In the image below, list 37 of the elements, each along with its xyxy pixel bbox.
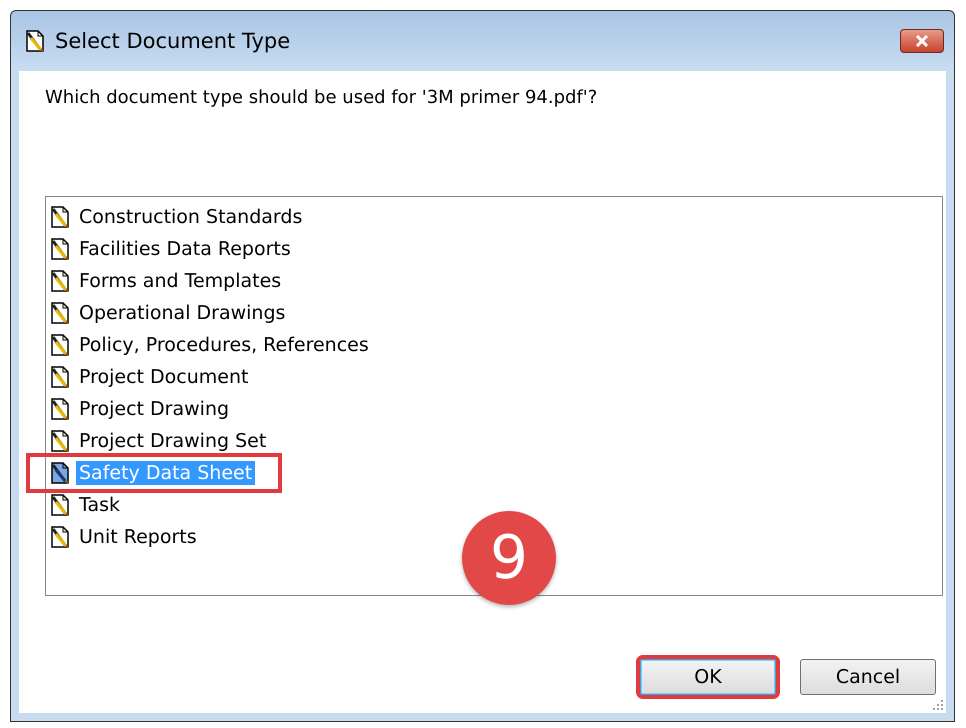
list-item[interactable]: Construction Standards <box>76 205 306 229</box>
document-pencil-icon <box>50 334 70 356</box>
prompt-text: Which document type should be used for '3M primer 94.pdf'? <box>45 87 598 108</box>
list-item[interactable]: Facilities Data Reports <box>76 237 294 261</box>
document-pencil-icon <box>25 30 45 52</box>
list-item[interactable]: Policy, Procedures, References <box>76 333 372 357</box>
document-pencil-icon <box>50 302 70 324</box>
window-title: Select Document Type <box>55 29 292 53</box>
list-item[interactable]: Forms and Templates <box>76 269 284 293</box>
list-item[interactable]: Operational Drawings <box>76 301 288 325</box>
list-item[interactable]: Project Drawing Set <box>76 429 270 453</box>
document-pencil-icon <box>50 238 70 260</box>
document-pencil-icon <box>50 398 70 420</box>
document-pencil-icon <box>50 206 70 228</box>
list-row[interactable]: Project Document <box>48 361 940 393</box>
list-row[interactable]: Project Drawing <box>48 393 940 425</box>
list-row[interactable]: Construction Standards <box>48 201 940 233</box>
document-pencil-icon <box>50 366 70 388</box>
step-badge: 9 <box>462 511 556 605</box>
list-row[interactable]: Forms and Templates <box>48 265 940 297</box>
list-item[interactable]: Project Drawing <box>76 397 232 421</box>
document-pencil-icon <box>50 270 70 292</box>
document-pencil-icon <box>50 462 70 484</box>
dialog-button[interactable]: Cancel <box>800 659 936 695</box>
resize-grip-icon[interactable] <box>932 699 944 711</box>
list-item[interactable]: Project Document <box>76 365 252 389</box>
close-icon <box>915 35 929 47</box>
document-pencil-icon <box>50 526 70 548</box>
document-pencil-icon <box>50 494 70 516</box>
list-row[interactable]: Operational Drawings <box>48 297 940 329</box>
list-row[interactable]: Facilities Data Reports <box>48 233 940 265</box>
list-item[interactable]: Unit Reports <box>76 525 200 549</box>
close-button[interactable] <box>900 29 944 53</box>
document-pencil-icon <box>50 430 70 452</box>
list-item[interactable]: Task <box>76 493 124 517</box>
list-row[interactable]: Policy, Procedures, References <box>48 329 940 361</box>
list-row[interactable]: Project Drawing Set <box>48 425 940 457</box>
